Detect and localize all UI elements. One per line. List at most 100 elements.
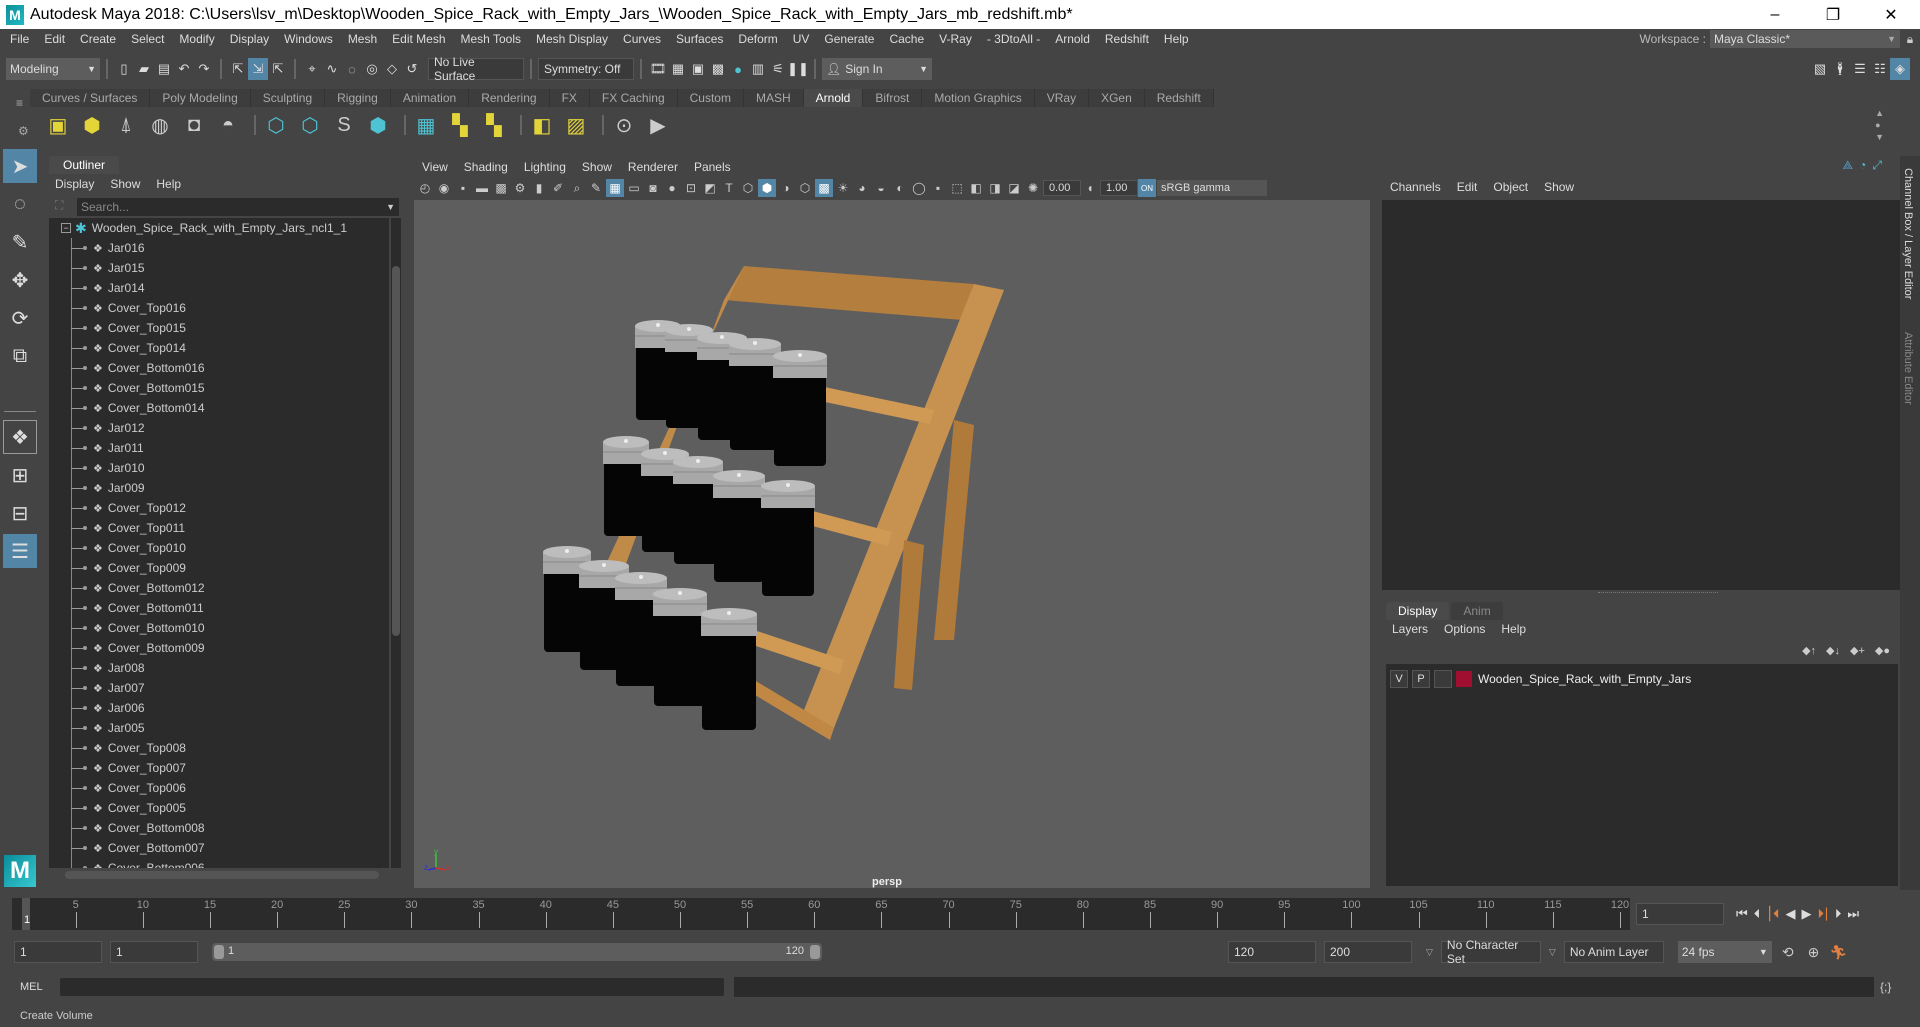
sign-in-button[interactable]: 👤︎ Sign In ▼ xyxy=(822,58,932,80)
human-ik-icon[interactable]: 🕴︎ xyxy=(1830,58,1850,80)
fps-dropdown[interactable]: 24 fps ▼ xyxy=(1677,941,1772,963)
shelf-tab-mash[interactable]: MASH xyxy=(743,89,804,107)
textured-icon[interactable]: ▩ xyxy=(815,179,833,197)
shelf-scroll[interactable]: ▲ ● ▼ xyxy=(1875,107,1884,143)
layer-display-type-toggle[interactable] xyxy=(1434,670,1452,688)
create-volume-icon[interactable]: ⬡ xyxy=(262,111,290,139)
outliner-tab[interactable]: Outliner xyxy=(49,156,119,174)
manipulator-icon[interactable]: ⟁ xyxy=(1842,158,1853,173)
outliner-item[interactable]: ❖ Jar015 xyxy=(49,258,389,278)
select-object-icon[interactable]: ⇲ xyxy=(248,58,268,80)
field-chart-icon[interactable]: ⊡ xyxy=(682,179,700,197)
outliner-item[interactable]: ❖ Jar008 xyxy=(49,658,389,678)
go-to-start-icon[interactable]: ⏮ xyxy=(1736,906,1748,922)
new-layer-selected-icon[interactable]: ◆● xyxy=(1875,644,1890,657)
range-slider[interactable]: 1 120 xyxy=(212,943,822,961)
mesh-light-icon[interactable]: ⬢ xyxy=(78,111,106,139)
scale-tool-icon[interactable]: ⧉ xyxy=(3,339,37,373)
film-gate-icon[interactable]: ▭ xyxy=(625,179,643,197)
symmetry-dropdown[interactable]: Symmetry: Off xyxy=(538,58,634,80)
camera-attributes-icon[interactable]: ◉ xyxy=(435,179,453,197)
current-frame-field[interactable]: 1 xyxy=(1636,903,1724,925)
photometric-light-icon[interactable]: ⍋ xyxy=(112,111,140,139)
xray-joints-icon[interactable]: ◨ xyxy=(986,179,1004,197)
chevron-down-icon[interactable]: ▽ xyxy=(1549,947,1556,958)
step-back-frame-icon[interactable]: ⏴ xyxy=(1754,906,1761,922)
single-view-layout-icon[interactable]: ❖ xyxy=(3,420,37,454)
workspace-dropdown[interactable]: Maya Classic* ▼ xyxy=(1710,30,1900,48)
end-time-field[interactable]: 200 xyxy=(1324,941,1412,963)
outliner-item[interactable]: ❖ Jar009 xyxy=(49,478,389,498)
bookmark-icon[interactable]: ▮ xyxy=(530,179,548,197)
lock-icon[interactable]: 🔒︎ xyxy=(1900,32,1920,47)
viewport-menu-renderer[interactable]: Renderer xyxy=(628,160,678,174)
camera-tumble-icon[interactable]: ⚙ xyxy=(511,179,529,197)
shelf-tab-animation[interactable]: Animation xyxy=(390,89,470,107)
outliner-item[interactable]: ❖ Cover_Top012 xyxy=(49,498,389,518)
menu-display[interactable]: Display xyxy=(230,32,269,46)
menu-file[interactable]: File xyxy=(10,32,29,46)
menu-set-dropdown[interactable]: Modeling ▼ xyxy=(6,58,100,80)
pencil-icon[interactable]: ✎ xyxy=(587,179,605,197)
modeling-toolkit-icon[interactable]: ▧ xyxy=(1810,58,1830,80)
depth-of-field-icon[interactable]: ▪ xyxy=(929,179,947,197)
outliner-item[interactable]: ❖ Cover_Bottom009 xyxy=(49,638,389,658)
lasso-tool-icon[interactable]: ◌ xyxy=(3,187,37,221)
select-component-icon[interactable]: ⇱ xyxy=(268,58,288,80)
script-editor-icon[interactable]: {;} xyxy=(1880,980,1891,994)
skydome-light-icon[interactable]: ◍ xyxy=(146,111,174,139)
menu-arnold[interactable]: Arnold xyxy=(1055,32,1090,46)
go-to-end-icon[interactable]: ⏭ xyxy=(1847,906,1859,922)
render-setup-icon[interactable]: ⚟ xyxy=(768,58,788,80)
menu-edit-mesh[interactable]: Edit Mesh xyxy=(392,32,445,46)
outliner-item[interactable]: ❖ Cover_Bottom012 xyxy=(49,578,389,598)
menu-create[interactable]: Create xyxy=(80,32,116,46)
select-hierarchy-icon[interactable]: ⇱ xyxy=(228,58,248,80)
outliner-root-item[interactable]: − ✱ Wooden_Spice_Rack_with_Empty_Jars_nc… xyxy=(49,218,389,238)
step-forward-key-icon[interactable]: ⏵⎮ xyxy=(1817,906,1828,922)
outliner-item[interactable]: ❖ Cover_Bottom008 xyxy=(49,818,389,838)
outliner-menu-help[interactable]: Help xyxy=(156,177,181,191)
restore-button[interactable]: ❐ xyxy=(1804,0,1862,29)
animation-preferences-icon[interactable]: 🏃︎ xyxy=(1829,944,1847,961)
area-light-icon[interactable]: ▣ xyxy=(44,111,72,139)
play-forwards-icon[interactable]: ▶ xyxy=(1801,906,1811,922)
menu-mesh-tools[interactable]: Mesh Tools xyxy=(461,32,521,46)
channel-box-layer-editor-side-tab[interactable]: Channel Box / Layer Editor xyxy=(1902,168,1914,299)
move-layer-down-icon[interactable]: ◆↓ xyxy=(1826,644,1840,657)
anim-layer-dropdown[interactable]: No Anim Layer xyxy=(1563,941,1664,963)
render-sequence-icon[interactable]: ▦ xyxy=(668,58,688,80)
chevron-down-icon[interactable]: ▼ xyxy=(386,202,395,212)
time-slider[interactable]: 1 5 10 15 20 25 30 35 40 45 50 55 60 65 70 75 80 85 90 95 1… xyxy=(12,898,1630,930)
shelf-tab-motion-graphics[interactable]: Motion Graphics xyxy=(922,89,1035,107)
menu-redshift[interactable]: Redshift xyxy=(1105,32,1149,46)
outliner-item[interactable]: ❖ Cover_Bottom007 xyxy=(49,838,389,858)
snap-view-plane-icon[interactable]: ◎ xyxy=(362,58,382,80)
snap-surface-icon[interactable]: ◇ xyxy=(382,58,402,80)
menu-windows[interactable]: Windows xyxy=(284,32,333,46)
tool-settings-icon[interactable]: ☷ xyxy=(1870,58,1890,80)
viewport-menu-lighting[interactable]: Lighting xyxy=(524,160,566,174)
shelf-tab-fx[interactable]: FX xyxy=(549,89,590,107)
outliner-vertical-scrollbar[interactable] xyxy=(391,218,401,868)
playback-start-field[interactable]: 1 xyxy=(110,941,198,963)
speed-icon[interactable]: ◔ xyxy=(1859,158,1866,173)
shelf-tab-rigging[interactable]: Rigging xyxy=(325,89,391,107)
xray-components-icon[interactable]: ◪ xyxy=(1005,179,1023,197)
outliner-item[interactable]: ❖ Jar016 xyxy=(49,238,389,258)
screen-space-ao-icon[interactable]: ◒ xyxy=(872,179,890,197)
play-backwards-icon[interactable]: ◀ xyxy=(1785,906,1795,922)
viewport-menu-show[interactable]: Show xyxy=(582,160,612,174)
color-space-dropdown[interactable]: sRGB gamma xyxy=(1157,180,1267,196)
viewport-canvas[interactable]: y x z persp xyxy=(414,200,1370,888)
use-all-lights-icon[interactable]: ☀ xyxy=(834,179,852,197)
default-material-icon[interactable]: ◑ xyxy=(777,179,795,197)
menu-edit[interactable]: Edit xyxy=(44,32,65,46)
shelf-menu-icon[interactable]: ≡ xyxy=(16,96,23,110)
shelf-tab-custom[interactable]: Custom xyxy=(677,89,744,107)
camera-icon[interactable]: ▬ xyxy=(473,179,491,197)
channel-box-toggle-icon[interactable]: ◈ xyxy=(1890,58,1910,80)
outliner-item[interactable]: ❖ Cover_Top005 xyxy=(49,798,389,818)
xray-icon[interactable]: ◧ xyxy=(967,179,985,197)
shelf-tab-poly-modeling[interactable]: Poly Modeling xyxy=(150,89,251,107)
